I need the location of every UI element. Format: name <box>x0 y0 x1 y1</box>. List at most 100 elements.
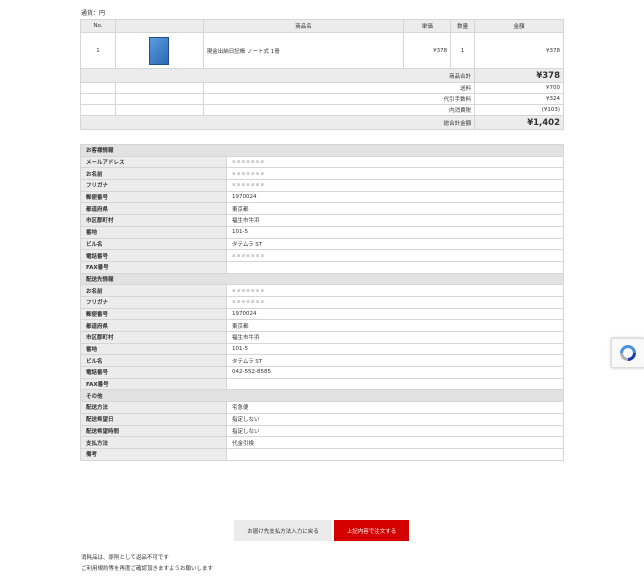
subtotal-label: 商品合計 <box>79 68 476 83</box>
other-section-header: その他 <box>80 389 564 403</box>
col-qty: 数量 <box>450 19 476 33</box>
field-value: ▪▪▪▪▪▪▪ <box>226 295 564 309</box>
cod-fee-label: 代引手数料 <box>202 93 476 105</box>
table-row: 都道府県 東京都 <box>80 319 564 332</box>
field-label: お名前 <box>80 167 227 181</box>
field-value: ▪▪▪▪▪▪▪ <box>226 167 564 181</box>
table-row: 番地 101-5 <box>80 225 564 239</box>
table-row: フリガナ ▪▪▪▪▪▪▪ <box>80 179 564 192</box>
field-label: フリガナ <box>80 179 227 192</box>
submit-order-button[interactable]: 上記内容で注文する <box>334 520 409 541</box>
table-row: ビル名 タテムラ ST <box>80 237 564 251</box>
field-value: 宅急便 <box>226 401 564 414</box>
field-value: ▪▪▪▪▪▪▪ <box>226 155 564 169</box>
col-name: 商品名 <box>202 19 405 33</box>
field-label: お名前 <box>80 284 227 297</box>
field-label: 市区郡町村 <box>80 331 227 344</box>
field-label: 郵便番号 <box>80 190 227 204</box>
field-label: 電話番号 <box>80 366 227 379</box>
recaptcha-icon <box>620 345 636 361</box>
item-price: ¥378 <box>403 32 452 69</box>
note-line: 消耗品は、原則として返品不可です <box>81 555 169 561</box>
currency-label: 通貨：円 <box>81 10 106 17</box>
product-thumbnail[interactable] <box>149 36 170 65</box>
table-row: フリガナ ▪▪▪▪▪▪▪ <box>80 295 564 309</box>
tax-value: (¥103) <box>474 104 564 116</box>
masked-value: ▪▪▪▪▪▪▪ <box>232 159 266 166</box>
back-button[interactable]: お届け先支払方法入力に戻る <box>234 520 332 541</box>
field-value <box>226 260 564 274</box>
cod-fee-value: ¥324 <box>474 93 564 105</box>
field-label: 備考 <box>80 447 227 461</box>
masked-value: ▪▪▪▪▪▪▪ <box>232 287 266 294</box>
field-value: 東京都 <box>226 319 564 332</box>
col-image <box>114 19 204 33</box>
item-image-cell <box>114 32 204 69</box>
field-label: 都道府県 <box>80 202 227 216</box>
field-label: 配送方法 <box>80 401 227 414</box>
field-value: 101-5 <box>226 225 564 239</box>
field-label: 都道府県 <box>80 319 227 332</box>
field-value: 東京都 <box>226 202 564 216</box>
col-amount: 金額 <box>474 19 564 33</box>
col-no: No. <box>80 19 116 33</box>
table-row: 市区郡町村 福生市牛浜 <box>80 214 564 227</box>
item-amount: ¥378 <box>474 32 564 69</box>
field-value: 指定しない <box>226 424 564 438</box>
field-value: 101-5 <box>226 342 564 356</box>
field-value: 1970024 <box>226 190 564 204</box>
item-name: 現金出納日記帳 ノート式 1冊 <box>202 32 405 69</box>
shipping-row: 送料 ¥700 <box>80 82 564 94</box>
total-value: ¥1,402 <box>474 115 564 130</box>
tax-label: 内消費税 <box>202 104 476 116</box>
field-value: 042-552-8585 <box>226 366 564 379</box>
table-row: 配送希望日 指定しない <box>80 412 564 426</box>
table-row: メールアドレス ▪▪▪▪▪▪▪ <box>80 155 564 169</box>
field-value: ▪▪▪▪▪▪▪ <box>226 179 564 192</box>
field-value: タテムラ ST <box>226 237 564 251</box>
table-row: 都道府県 東京都 <box>80 202 564 216</box>
total-label: 総合計金額 <box>79 115 476 130</box>
table-row: お名前 ▪▪▪▪▪▪▪ <box>80 167 564 181</box>
table-row: 電話番号 042-552-8585 <box>80 366 564 379</box>
field-label: 支払方法 <box>80 436 227 449</box>
table-row: FAX番号 <box>80 260 564 274</box>
table-row: 市区郡町村 福生市牛浜 <box>80 331 564 344</box>
masked-value: ▪▪▪▪▪▪▪ <box>232 170 266 177</box>
field-label: 電話番号 <box>80 249 227 262</box>
section-title: その他 <box>80 389 564 403</box>
field-label: 郵便番号 <box>80 307 227 321</box>
field-label: 配送希望日 <box>80 412 227 426</box>
field-value: ▪▪▪▪▪▪▪ <box>226 249 564 262</box>
field-label: 番地 <box>80 342 227 356</box>
table-row: ビル名 タテムラ ST <box>80 354 564 368</box>
masked-value: ▪▪▪▪▪▪▪ <box>232 252 266 259</box>
field-label: FAX番号 <box>80 377 227 391</box>
col-price: 単価 <box>403 19 452 33</box>
field-value: ▪▪▪▪▪▪▪ <box>226 284 564 297</box>
table-row: お名前 ▪▪▪▪▪▪▪ <box>80 284 564 297</box>
customer-info-table: お客様情報 メールアドレス ▪▪▪▪▪▪▪ お名前 ▪▪▪▪▪▪▪ フリガナ ▪▪▪▪▪▪▪… <box>80 144 564 461</box>
order-header-row: No. 商品名 単価 数量 金額 <box>80 19 564 33</box>
item-qty: 1 <box>450 32 476 69</box>
cod-fee-row: 代引手数料 ¥324 <box>80 93 564 105</box>
masked-value: ▪▪▪▪▪▪▪ <box>232 299 266 306</box>
customer-section-header: お客様情報 <box>80 144 564 157</box>
note-line: ご利用規約等を再度ご確認頂きますようお願いします <box>81 566 214 572</box>
subtotal-row: 商品合計 ¥378 <box>79 68 564 83</box>
field-value: 福生市牛浜 <box>226 331 564 344</box>
table-row: 郵便番号 1970024 <box>80 307 564 321</box>
table-row: 支払方法 代金引換 <box>80 436 564 449</box>
field-label: ビル名 <box>80 354 227 368</box>
field-label: ビル名 <box>80 237 227 251</box>
shipping-label: 送料 <box>202 82 476 94</box>
field-label: FAX番号 <box>80 260 227 274</box>
recaptcha-badge[interactable] <box>611 338 644 368</box>
field-label: 市区郡町村 <box>80 214 227 227</box>
table-row: FAX番号 <box>80 377 564 391</box>
field-value: 福生市牛浜 <box>226 214 564 227</box>
masked-value: ▪▪▪▪▪▪▪ <box>232 182 266 189</box>
table-row: 配送希望時間 指定しない <box>80 424 564 438</box>
table-row: 番地 101-5 <box>80 342 564 356</box>
table-row: 郵便番号 1970024 <box>80 190 564 204</box>
